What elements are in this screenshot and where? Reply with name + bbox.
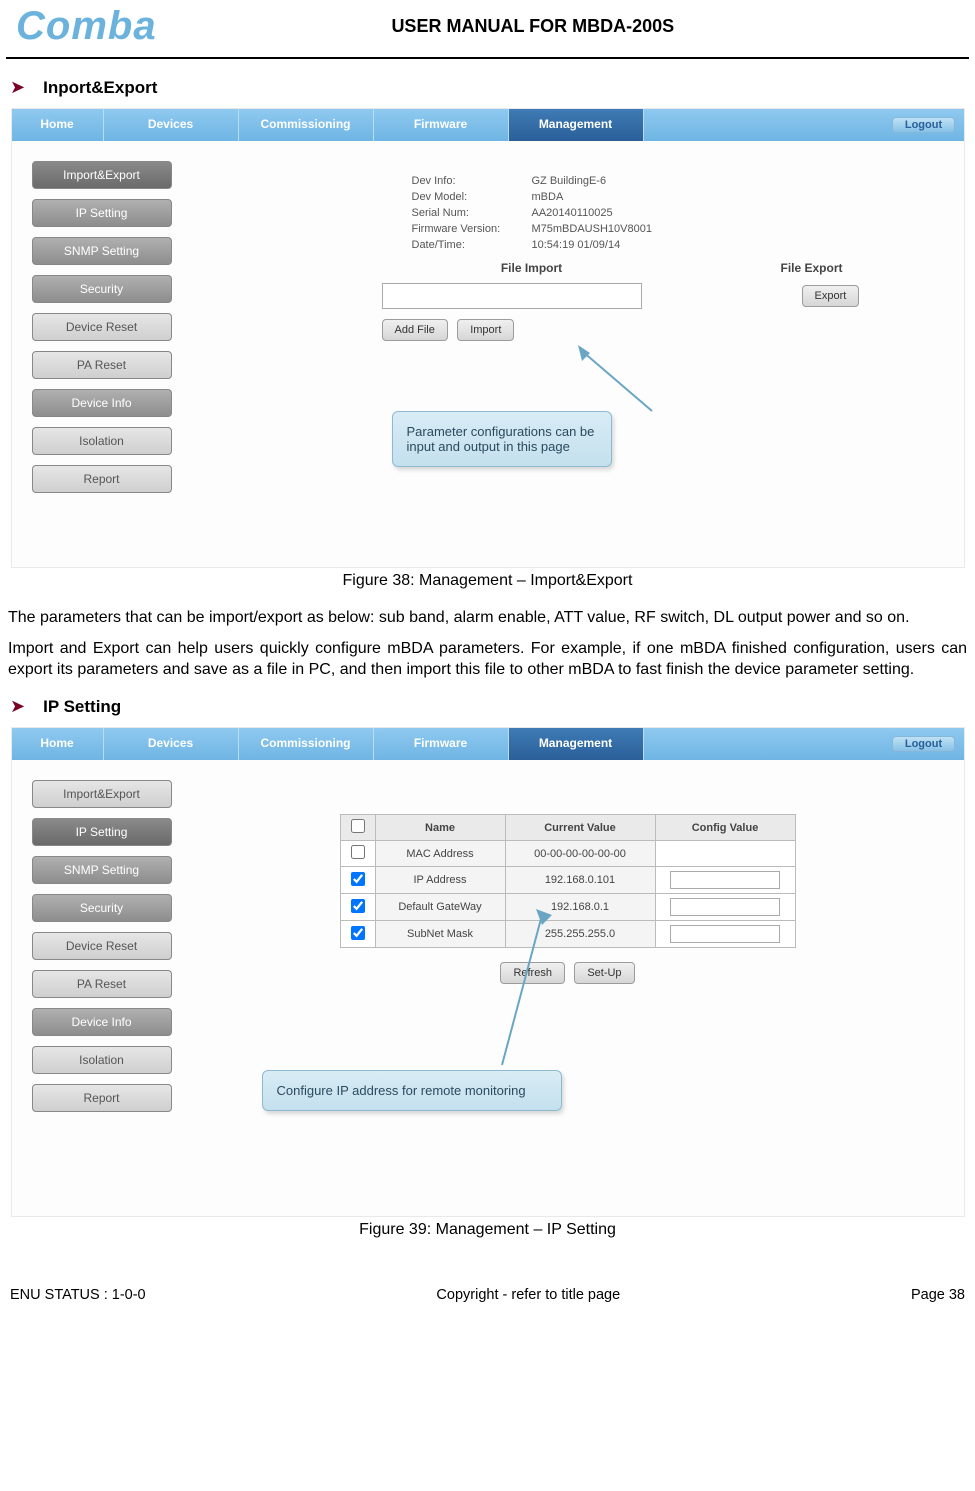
nav-management[interactable]: Management: [509, 728, 644, 760]
nav-firmware[interactable]: Firmware: [374, 109, 509, 141]
nav-firmware[interactable]: Firmware: [374, 728, 509, 760]
cell-current: 00-00-00-00-00-00: [505, 841, 655, 867]
nav-home[interactable]: Home: [12, 728, 104, 760]
nav-spacer: [644, 728, 884, 760]
page-footer: ENU STATUS : 1-0-0 Copyright - refer to …: [6, 1257, 969, 1313]
figure-38: Home Devices Commissioning Firmware Mana…: [11, 108, 965, 568]
label: Dev Model:: [412, 191, 532, 203]
cell-name: MAC Address: [375, 841, 505, 867]
setup-button[interactable]: Set-Up: [574, 962, 634, 984]
cell-name: IP Address: [375, 867, 505, 894]
top-nav: Home Devices Commissioning Firmware Mana…: [12, 728, 964, 760]
cell-current: 255.255.255.0: [505, 921, 655, 948]
row-checkbox[interactable]: [351, 845, 365, 859]
import-button[interactable]: Import: [457, 319, 514, 341]
cell-config: [655, 841, 795, 867]
nav-management[interactable]: Management: [509, 109, 644, 141]
value: GZ BuildingE-6: [532, 175, 607, 187]
table-row: MAC Address 00-00-00-00-00-00: [340, 841, 795, 867]
cell-current: 192.168.0.101: [505, 867, 655, 894]
value: M75mBDAUSH10V8001: [532, 223, 652, 235]
top-nav: Home Devices Commissioning Firmware Mana…: [12, 109, 964, 141]
table-row: IP Address 192.168.0.101: [340, 867, 795, 894]
label: Dev Info:: [412, 175, 532, 187]
nav-logout[interactable]: Logout: [884, 728, 964, 760]
content-area: Dev Info:GZ BuildingE-6 Dev Model:mBDA S…: [12, 141, 964, 571]
paragraph-1: The parameters that can be import/export…: [8, 608, 967, 629]
triangle-bullet-icon: ➤: [10, 77, 25, 98]
cell-name: Default GateWay: [375, 894, 505, 921]
add-file-button[interactable]: Add File: [382, 319, 448, 341]
section-title: Inport&Export: [43, 78, 157, 98]
label: Firmware Version:: [412, 223, 532, 235]
footer-center: Copyright - refer to title page: [436, 1287, 620, 1303]
ip-config-table: Name Current Value Config Value MAC Addr…: [340, 814, 796, 948]
th-name: Name: [375, 815, 505, 841]
nav-devices[interactable]: Devices: [104, 728, 239, 760]
nav-spacer: [644, 109, 884, 141]
refresh-button[interactable]: Refresh: [500, 962, 565, 984]
nav-commissioning[interactable]: Commissioning: [239, 728, 374, 760]
footer-right: Page 38: [911, 1287, 965, 1303]
nav-commissioning[interactable]: Commissioning: [239, 109, 374, 141]
page-header: Comba USER MANUAL FOR MBDA-200S: [6, 0, 969, 59]
paragraph-2: Import and Export can help users quickly…: [8, 639, 967, 681]
table-row: Default GateWay 192.168.0.1: [340, 894, 795, 921]
section-heading-import-export: ➤ Inport&Export: [6, 77, 969, 98]
th-config: Config Value: [655, 815, 795, 841]
logo: Comba: [6, 4, 157, 49]
config-input[interactable]: [670, 871, 780, 889]
content-area: Name Current Value Config Value MAC Addr…: [12, 760, 964, 1190]
value: mBDA: [532, 191, 564, 203]
figure-38-caption: Figure 38: Management – Import&Export: [6, 572, 969, 590]
config-input[interactable]: [670, 925, 780, 943]
section-heading-ip-setting: ➤ IP Setting: [6, 696, 969, 717]
triangle-bullet-icon: ➤: [10, 696, 25, 717]
row-checkbox[interactable]: [351, 872, 365, 886]
figure-39: Home Devices Commissioning Firmware Mana…: [11, 727, 965, 1217]
th-current: Current Value: [505, 815, 655, 841]
nav-home[interactable]: Home: [12, 109, 104, 141]
file-path-input[interactable]: [382, 283, 642, 309]
cell-name: SubNet Mask: [375, 921, 505, 948]
label: Serial Num:: [412, 207, 532, 219]
row-checkbox[interactable]: [351, 899, 365, 913]
table-row: SubNet Mask 255.255.255.0: [340, 921, 795, 948]
footer-left: ENU STATUS : 1-0-0: [10, 1287, 146, 1303]
file-export-heading: File Export: [712, 261, 912, 275]
cell-current: 192.168.0.1: [505, 894, 655, 921]
checkbox-all[interactable]: [351, 819, 365, 833]
figure-39-caption: Figure 39: Management – IP Setting: [6, 1221, 969, 1239]
doc-title: USER MANUAL FOR MBDA-200S: [157, 16, 969, 37]
value: AA20140110025: [532, 207, 613, 219]
export-button[interactable]: Export: [802, 285, 860, 307]
callout-box: Parameter configurations can be input an…: [392, 411, 612, 467]
config-input[interactable]: [670, 898, 780, 916]
label: Date/Time:: [412, 239, 532, 251]
nav-devices[interactable]: Devices: [104, 109, 239, 141]
nav-logout[interactable]: Logout: [884, 109, 964, 141]
callout-box: Configure IP address for remote monitori…: [262, 1070, 562, 1111]
section-title: IP Setting: [43, 697, 121, 717]
row-checkbox[interactable]: [351, 926, 365, 940]
value: 10:54:19 01/09/14: [532, 239, 621, 251]
file-import-heading: File Import: [352, 261, 712, 275]
device-info-block: Dev Info:GZ BuildingE-6 Dev Model:mBDA S…: [412, 175, 944, 251]
